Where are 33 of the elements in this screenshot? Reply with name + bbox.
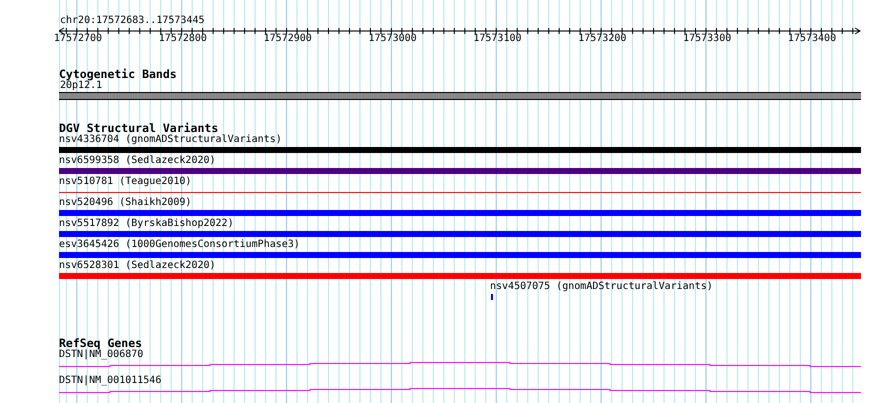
track-title: Cytogenetic Bands	[59, 68, 177, 80]
feature-label: nsv4336704 (gnomADStructuralVariants)	[59, 134, 282, 145]
gene-model-line[interactable]	[59, 361, 861, 368]
feature-label: DSTN|NM_001011546	[59, 375, 162, 386]
variant-mark[interactable]	[491, 294, 493, 300]
track-title: DGV Structural Variants	[59, 122, 218, 134]
chromosome-band-bar[interactable]	[59, 92, 861, 100]
ruler-label: 17573000	[368, 33, 417, 45]
feature-label: 20p12.1	[60, 80, 102, 91]
ruler-label: 17573400	[788, 33, 836, 45]
variant-bar[interactable]	[59, 273, 861, 279]
feature-label: nsv4507075 (gnomADStructuralVariants)	[490, 281, 713, 292]
feature-label: esv3645426 (1000GenomesConsortiumPhase3)	[59, 239, 300, 250]
variant-bar[interactable]	[59, 252, 861, 258]
feature-label: nsv6528301 (Sedlazeck2020)	[59, 260, 216, 271]
feature-label: DSTN|NM_006870	[59, 349, 144, 360]
gene-model-line[interactable]	[59, 387, 861, 394]
feature-label: nsv510781 (Teague2010)	[59, 176, 192, 187]
ruler-label: 17572800	[158, 33, 207, 45]
ruler-label: 17572700	[54, 33, 102, 45]
variant-bar[interactable]	[59, 210, 861, 216]
feature-label: nsv520496 (Shaikh2009)	[59, 197, 192, 208]
ruler-label: 17573200	[578, 33, 626, 45]
variant-bar[interactable]	[59, 231, 861, 237]
ruler-label: 17573300	[683, 33, 732, 45]
feature-label: nsv5517892 (ByrskaBishop2022)	[59, 218, 234, 229]
track-title: RefSeq Genes	[59, 337, 142, 349]
feature-label: chr20:17572683..17573445	[60, 15, 204, 26]
variant-bar[interactable]	[59, 168, 861, 174]
variant-bar[interactable]	[59, 147, 861, 153]
ruler-label: 17572900	[264, 33, 312, 45]
ruler-label: 17573100	[473, 33, 522, 45]
feature-label: nsv6599358 (Sedlazeck2020)	[59, 155, 216, 166]
